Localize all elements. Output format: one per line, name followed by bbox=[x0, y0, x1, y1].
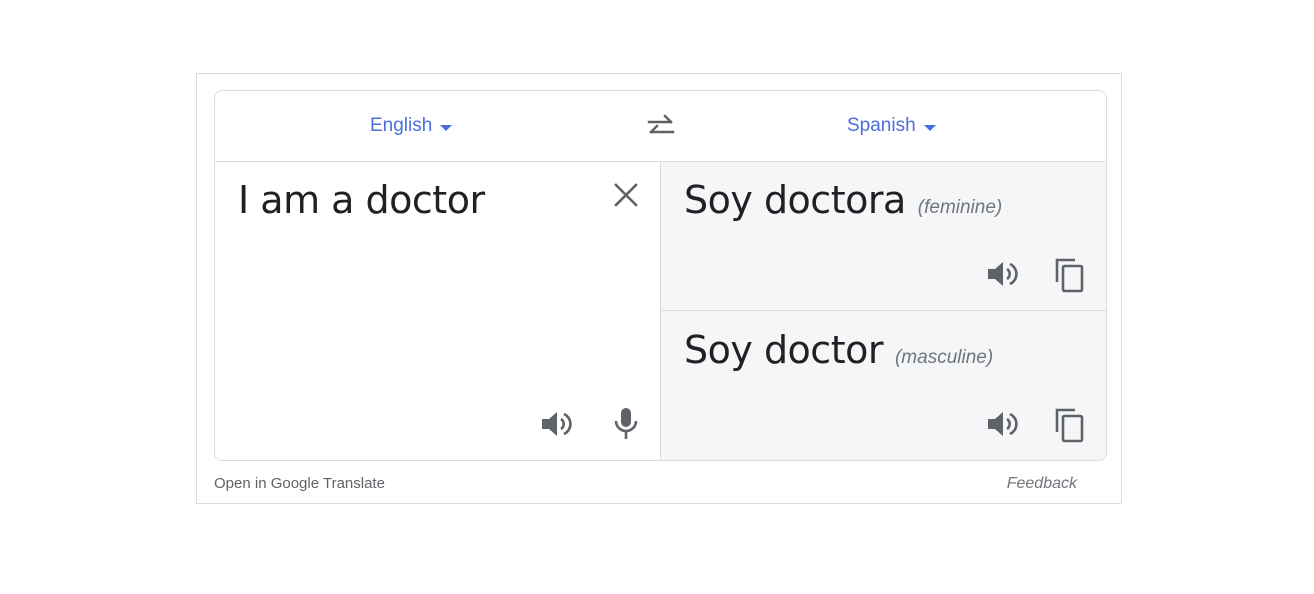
copy-icon bbox=[1055, 408, 1084, 443]
target-dropdown-arrow-icon bbox=[923, 124, 936, 131]
speaker-icon bbox=[542, 412, 572, 436]
swap-arrows-icon bbox=[647, 114, 675, 134]
language-bar: English Spanish bbox=[215, 91, 1106, 162]
source-listen-button[interactable] bbox=[539, 407, 573, 441]
speaker-icon bbox=[988, 412, 1018, 436]
copy-icon bbox=[1055, 258, 1084, 293]
translation-masculine: Soy doctor (masculine) bbox=[661, 312, 1106, 460]
microphone-icon bbox=[614, 408, 638, 439]
open-in-google-translate-link[interactable]: Open in Google Translate bbox=[214, 475, 385, 492]
translation-text-row: Soy doctor (masculine) bbox=[684, 328, 993, 372]
listen-feminine-button[interactable] bbox=[985, 257, 1019, 291]
source-pane: I am a doctor bbox=[215, 162, 661, 460]
target-language-select[interactable]: Spanish bbox=[847, 115, 936, 137]
translation-feminine: Soy doctora (feminine) bbox=[661, 162, 1106, 311]
translation-text: Soy doctora bbox=[684, 178, 906, 222]
clear-button[interactable] bbox=[611, 180, 641, 210]
swap-languages-button[interactable] bbox=[645, 113, 677, 141]
target-pane: Soy doctora (feminine) Soy doctor (mascu… bbox=[661, 162, 1106, 460]
microphone-button[interactable] bbox=[611, 406, 641, 442]
listen-masculine-button[interactable] bbox=[985, 407, 1019, 441]
source-language-label: English bbox=[370, 115, 433, 136]
copy-feminine-button[interactable] bbox=[1053, 256, 1087, 294]
translate-card: English Spanish I am a doctor Soy doctor… bbox=[214, 90, 1107, 461]
gender-label: (masculine) bbox=[894, 347, 994, 368]
translate-widget: English Spanish I am a doctor Soy doctor… bbox=[196, 73, 1122, 504]
close-icon bbox=[614, 183, 638, 207]
gender-label: (feminine) bbox=[917, 197, 1003, 218]
speaker-icon bbox=[988, 262, 1018, 286]
translation-text-row: Soy doctora (feminine) bbox=[684, 178, 1002, 222]
source-text-input[interactable]: I am a doctor bbox=[238, 178, 485, 222]
target-language-label: Spanish bbox=[847, 115, 916, 136]
source-language-select[interactable]: English bbox=[370, 115, 453, 137]
source-dropdown-arrow-icon bbox=[440, 124, 453, 131]
translation-text: Soy doctor bbox=[684, 328, 883, 372]
feedback-link[interactable]: Feedback bbox=[1007, 475, 1077, 493]
copy-masculine-button[interactable] bbox=[1053, 406, 1087, 444]
